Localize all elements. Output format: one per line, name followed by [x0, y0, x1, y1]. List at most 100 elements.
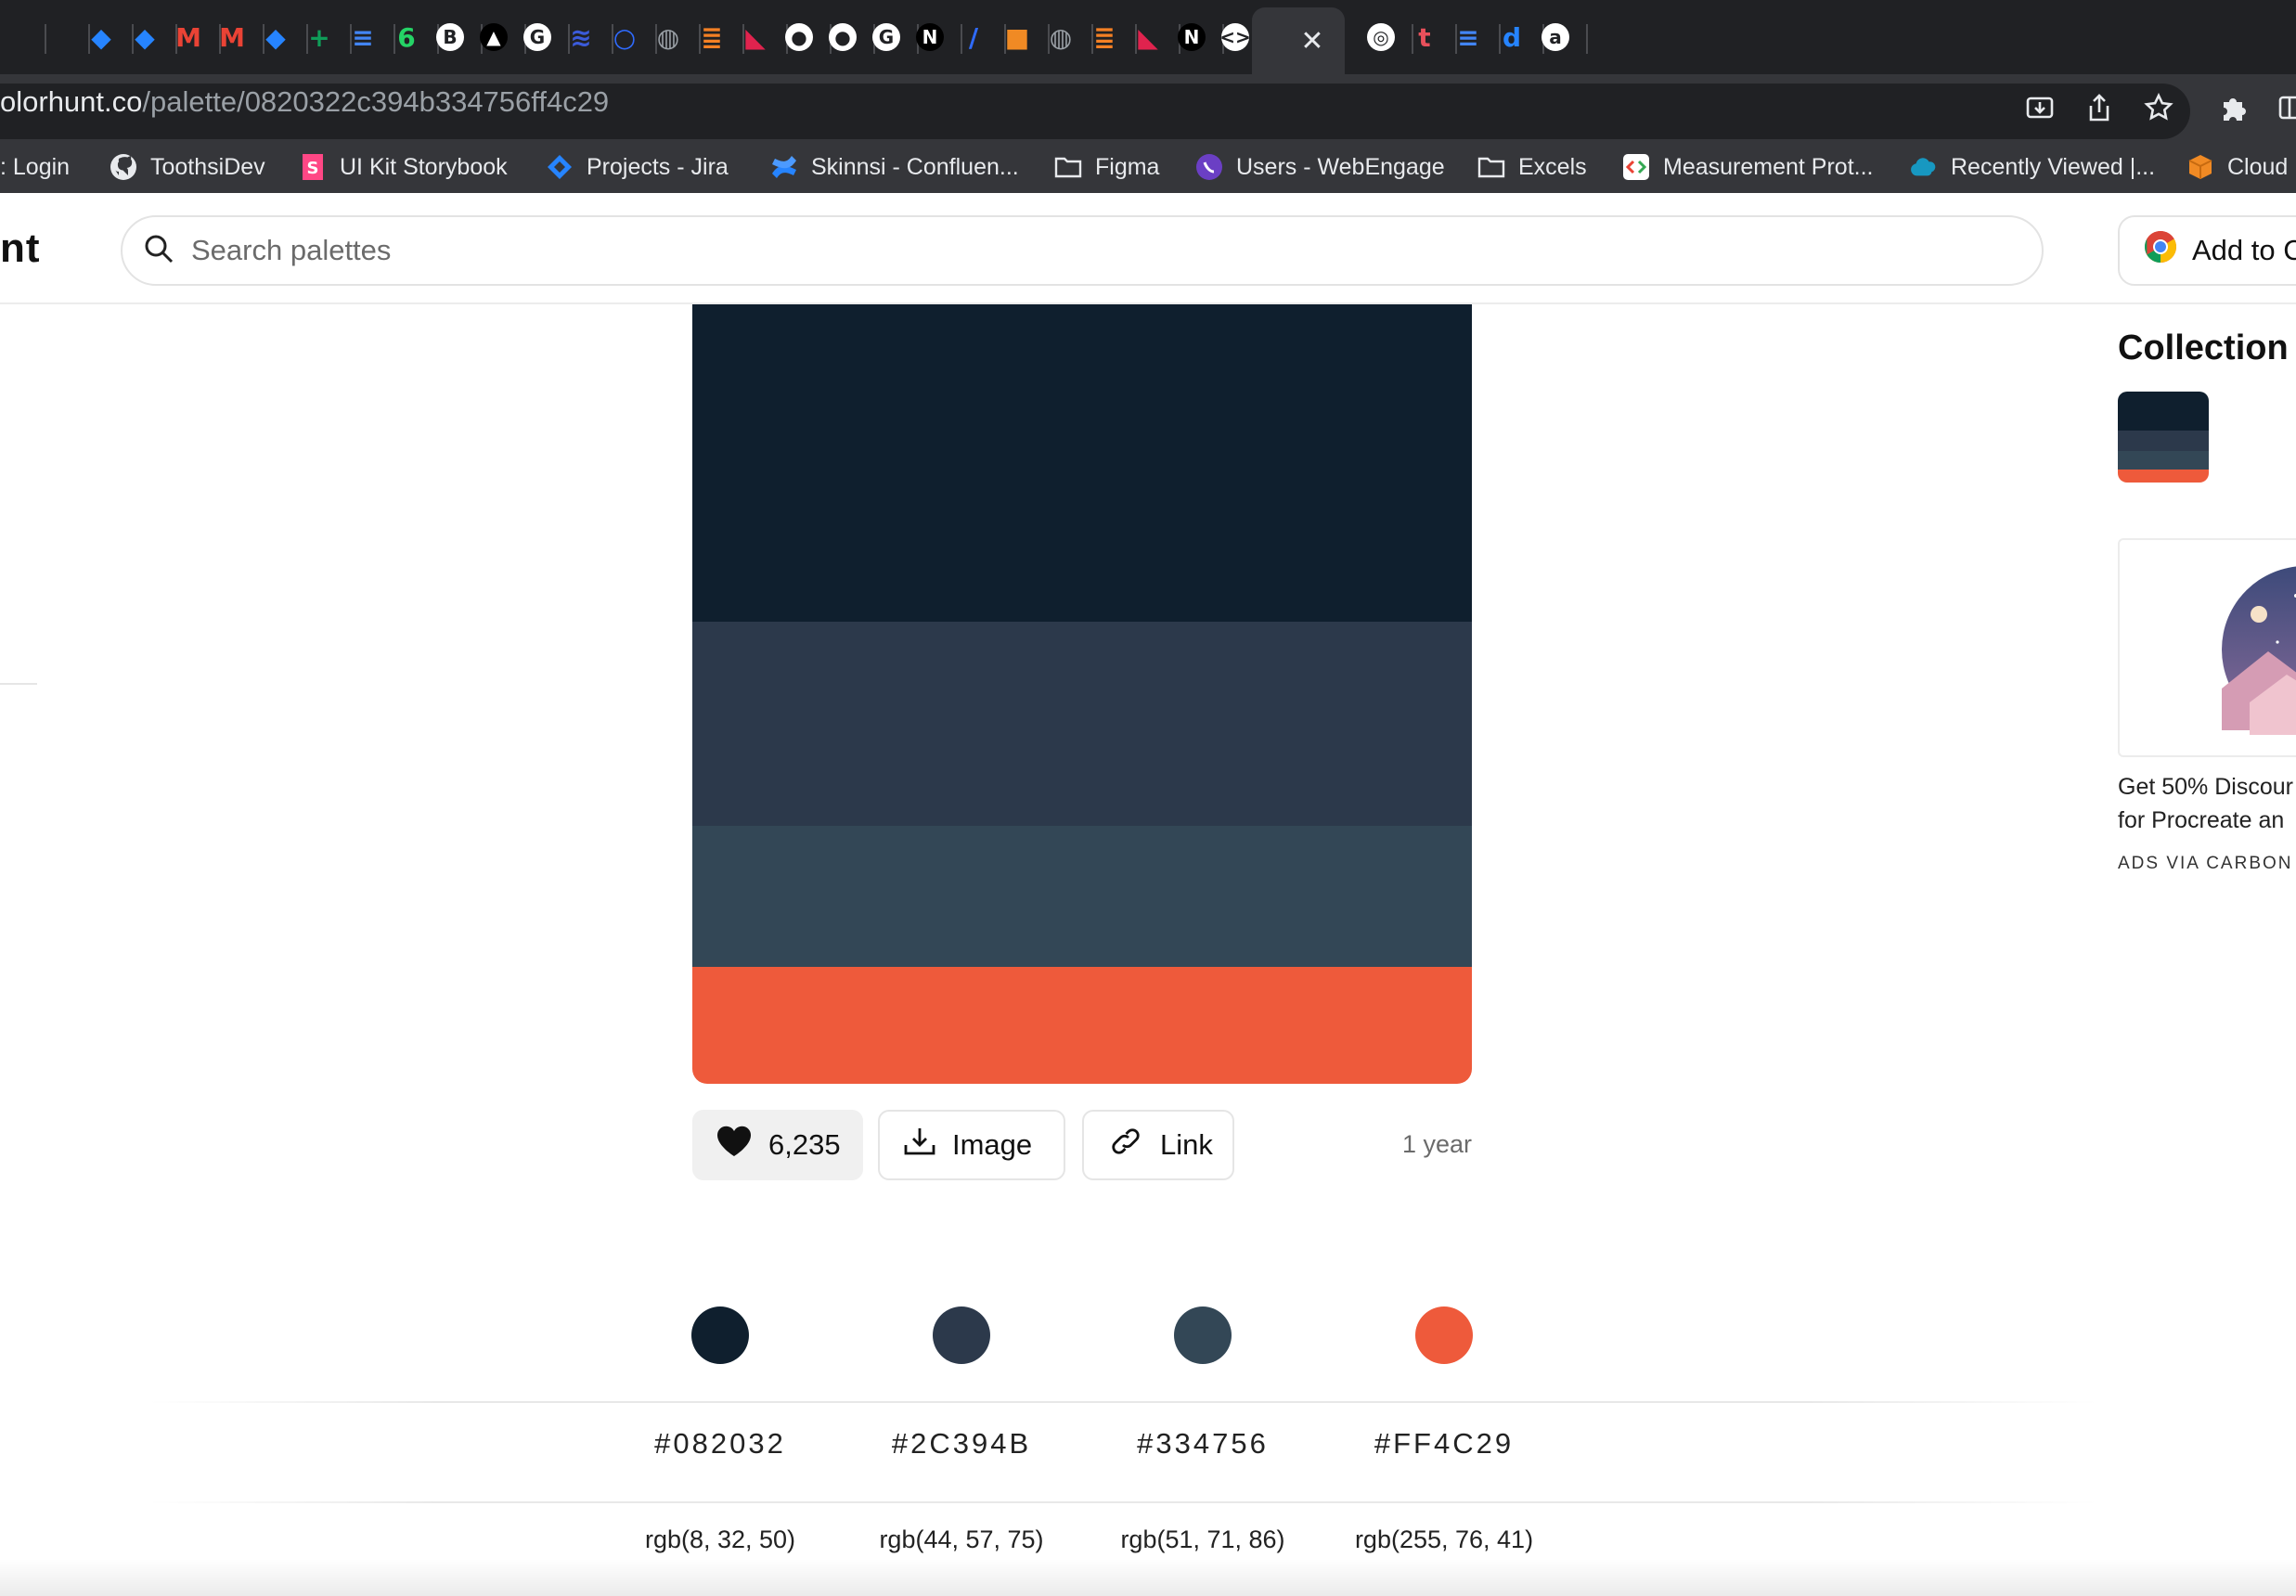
- close-tab-icon[interactable]: ✕: [1300, 25, 1323, 58]
- hex-code-2[interactable]: #2C394B: [841, 1427, 1082, 1461]
- add-to-chrome-button[interactable]: Add to C: [2118, 215, 2296, 286]
- rgb-value-3[interactable]: rgb(51, 71, 86): [1082, 1525, 1323, 1554]
- google-icon: G: [872, 23, 900, 51]
- folder-icon: [1054, 153, 1082, 181]
- swatch-dot-1[interactable]: [691, 1306, 749, 1364]
- notion-n-icon: N: [916, 23, 944, 51]
- bookmark-skinnsi-confluence[interactable]: Skinnsi - Confluen...: [770, 148, 1019, 186]
- google-docs-icon: ≡: [352, 21, 374, 53]
- gmail-icon: M: [219, 21, 245, 53]
- search-input[interactable]: [191, 234, 1954, 267]
- jira-icon: [546, 153, 574, 181]
- chrome-icon: [2144, 230, 2177, 271]
- swatch-dot-3[interactable]: [1174, 1306, 1232, 1364]
- site-logo[interactable]: nt: [0, 225, 41, 272]
- palette-color-1[interactable]: [692, 304, 1472, 622]
- url-text[interactable]: olorhunt.co/palette/0820322c394b334756ff…: [0, 85, 609, 119]
- hex-code-1[interactable]: #082032: [600, 1427, 841, 1461]
- hex-code-3[interactable]: #334756: [1082, 1427, 1323, 1461]
- whatsapp-icon: 6: [397, 21, 416, 53]
- divider: [148, 1401, 2097, 1403]
- bookmark-toothsidev[interactable]: ToothsiDev: [110, 148, 265, 186]
- folder-icon: [1477, 153, 1505, 181]
- ad-image[interactable]: [2118, 538, 2296, 757]
- bookmark-login[interactable]: : Login: [0, 148, 70, 186]
- palette-card[interactable]: [692, 304, 1472, 1084]
- chrome-icon: ◎: [1367, 23, 1395, 51]
- rgb-value-1[interactable]: rgb(8, 32, 50): [600, 1525, 841, 1554]
- thumb-color-3: [2118, 451, 2209, 470]
- browser-tab[interactable]: a: [1523, 7, 1588, 67]
- palette-age: 1 year: [1401, 1130, 1472, 1158]
- copy-link-button[interactable]: Link: [1082, 1110, 1234, 1180]
- doc-icon: [0, 23, 28, 51]
- code-icon: [1622, 153, 1650, 181]
- site-header: nt Add to C: [0, 193, 2296, 304]
- bookmark-users-webengage[interactable]: Users - WebEngage: [1195, 148, 1445, 186]
- ad-line-2: for Procreate an: [2118, 807, 2285, 833]
- hex-code-4[interactable]: #FF4C29: [1323, 1427, 1565, 1461]
- ring-icon: ○: [613, 21, 637, 53]
- t-icon: t: [1418, 21, 1431, 53]
- rgb-value-2[interactable]: rgb(44, 57, 75): [841, 1525, 1082, 1554]
- divider: [148, 1501, 2097, 1503]
- salesforce-cloud-icon: [1910, 153, 1938, 181]
- share-icon[interactable]: [2081, 89, 2118, 126]
- collection-title: Collection: [2118, 328, 2289, 367]
- like-count: 6,235: [768, 1128, 841, 1161]
- github-icon: [110, 153, 137, 181]
- install-app-icon[interactable]: [2021, 89, 2058, 126]
- confluence-icon: [770, 153, 798, 181]
- bookmark-projects-jira[interactable]: Projects - Jira: [546, 148, 729, 186]
- google-meet-icon: [44, 23, 71, 51]
- bookmark-measurement-protocol[interactable]: Measurement Prot...: [1622, 148, 1873, 186]
- thumb-color-4: [2118, 470, 2209, 483]
- palette-color-4[interactable]: [692, 967, 1472, 1084]
- jira-icon: ◆: [91, 21, 111, 53]
- d-icon: d: [1502, 21, 1522, 53]
- box-icon: [2186, 153, 2214, 181]
- ads-via-carbon[interactable]: ADS VIA CARBON: [2118, 854, 2293, 874]
- bookmark-ui-kit-storybook[interactable]: S UI Kit Storybook: [299, 148, 508, 186]
- globe-icon: ◍: [656, 21, 680, 53]
- like-button[interactable]: 6,235: [692, 1110, 863, 1180]
- side-panel-icon[interactable]: [2272, 89, 2296, 126]
- stackoverflow-icon: ≣: [701, 21, 723, 53]
- jira-icon: ◆: [265, 21, 286, 53]
- swatch-dot-4[interactable]: [1415, 1306, 1473, 1364]
- color-details: #082032 #2C394B #334756 #FF4C29 rgb(8, 3…: [0, 1306, 2296, 1596]
- nestjs-icon: ◣: [1138, 21, 1158, 53]
- vercel-icon: ▲: [480, 23, 508, 51]
- layers-icon: ≋: [570, 21, 592, 53]
- bookmark-star-icon[interactable]: [2140, 89, 2177, 126]
- bookmark-excels[interactable]: Excels: [1477, 148, 1587, 186]
- webengage-icon: [1195, 153, 1223, 181]
- ad-line-1: Get 50% Discour: [2118, 774, 2293, 800]
- palette-color-3[interactable]: [692, 826, 1472, 967]
- collection-palette-thumbnail[interactable]: [2118, 392, 2209, 483]
- storybook-icon: S: [299, 153, 327, 181]
- code-icon: <>: [1219, 23, 1251, 51]
- link-icon: [1108, 1126, 1143, 1164]
- swatch-dot-2[interactable]: [933, 1306, 990, 1364]
- search-icon: [143, 233, 174, 269]
- thumb-color-1: [2118, 392, 2209, 431]
- google-sheets-icon: +: [308, 21, 330, 53]
- palette-color-2[interactable]: [692, 622, 1472, 826]
- bookmark-figma[interactable]: Figma: [1054, 148, 1159, 186]
- image-label: Image: [952, 1128, 1033, 1161]
- thumb-color-2: [2118, 431, 2209, 451]
- extensions-puzzle-icon[interactable]: [2214, 89, 2251, 126]
- bookmark-cloud[interactable]: Cloud: [2186, 148, 2288, 186]
- ad-text[interactable]: Get 50% Discour for Procreate an: [2118, 770, 2296, 837]
- amazon-icon: a: [1541, 23, 1569, 51]
- github-icon: ●: [829, 23, 857, 51]
- download-image-button[interactable]: Image: [878, 1110, 1065, 1180]
- search-bar[interactable]: [121, 215, 2044, 286]
- tab-separator: [1586, 24, 1588, 54]
- add-to-chrome-label: Add to C: [2192, 234, 2296, 266]
- active-browser-tab[interactable]: ✕: [1252, 7, 1345, 74]
- bookmark-recently-viewed[interactable]: Recently Viewed |...: [1910, 148, 2155, 186]
- rgb-value-4[interactable]: rgb(255, 76, 41): [1323, 1525, 1565, 1554]
- jira-icon: ◆: [135, 21, 155, 53]
